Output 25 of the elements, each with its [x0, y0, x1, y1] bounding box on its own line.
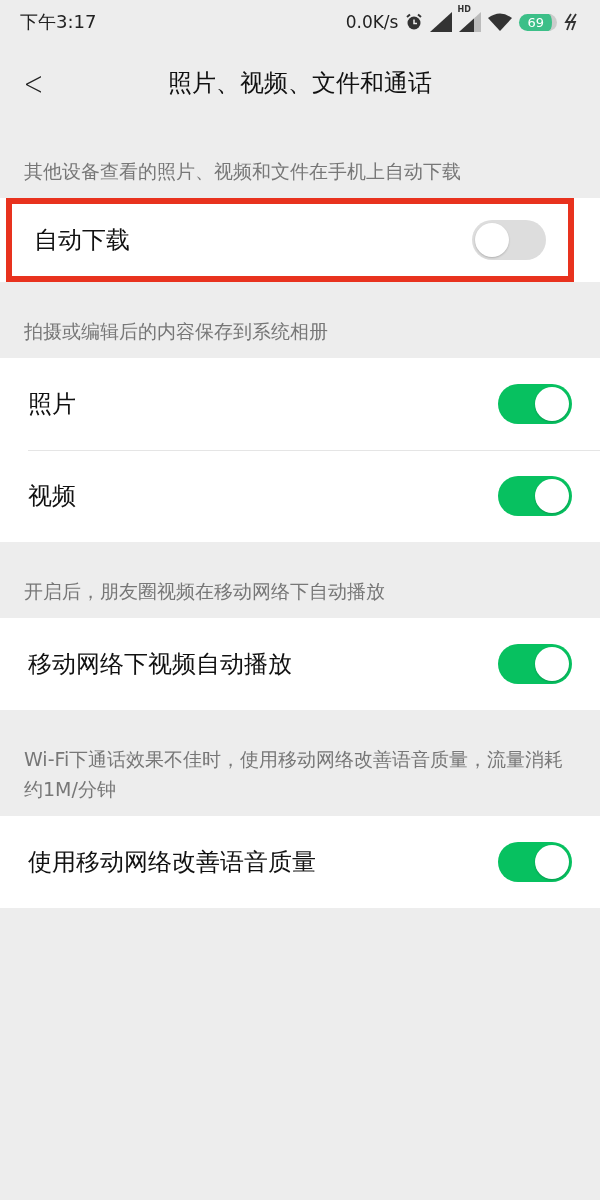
battery-level: 69	[519, 13, 557, 31]
charging-icon	[564, 13, 578, 31]
wifi-icon	[488, 13, 513, 31]
signal-icon	[459, 12, 482, 32]
setting-label: 移动网络下视频自动播放	[28, 649, 292, 680]
toggle-switch[interactable]	[498, 842, 572, 882]
section-caption: 拍摄或编辑后的内容保存到系统相册	[23, 319, 329, 344]
signal-icon	[430, 12, 453, 32]
setting-label: 使用移动网络改善语音质量	[28, 847, 316, 878]
alarm-icon	[405, 13, 424, 31]
page-title: 照片、视频、文件和通话	[168, 68, 432, 99]
toggle-switch[interactable]	[498, 644, 572, 684]
section-caption: 其他设备查看的照片、视频和文件在手机上自动下载	[23, 159, 462, 184]
setting-label: 照片	[28, 389, 76, 420]
section-caption: 开启后，朋友圈视频在移动网络下自动播放	[23, 579, 386, 604]
toggle-switch[interactable]	[498, 476, 572, 516]
setting-label: 自动下载	[34, 225, 130, 256]
setting-label: 视频	[28, 481, 76, 512]
back-button[interactable]: <	[9, 63, 54, 103]
network-type-label: HD	[457, 5, 471, 14]
toggle-switch[interactable]	[472, 220, 546, 260]
network-speed: 0.0K/s	[345, 12, 399, 32]
section-caption: Wi-Fi下通话效果不佳时，使用移动网络改善语音质量，流量消耗约1M/分钟	[23, 747, 565, 802]
status-time: 下午3:17	[20, 10, 97, 34]
toggle-switch[interactable]	[498, 384, 572, 424]
